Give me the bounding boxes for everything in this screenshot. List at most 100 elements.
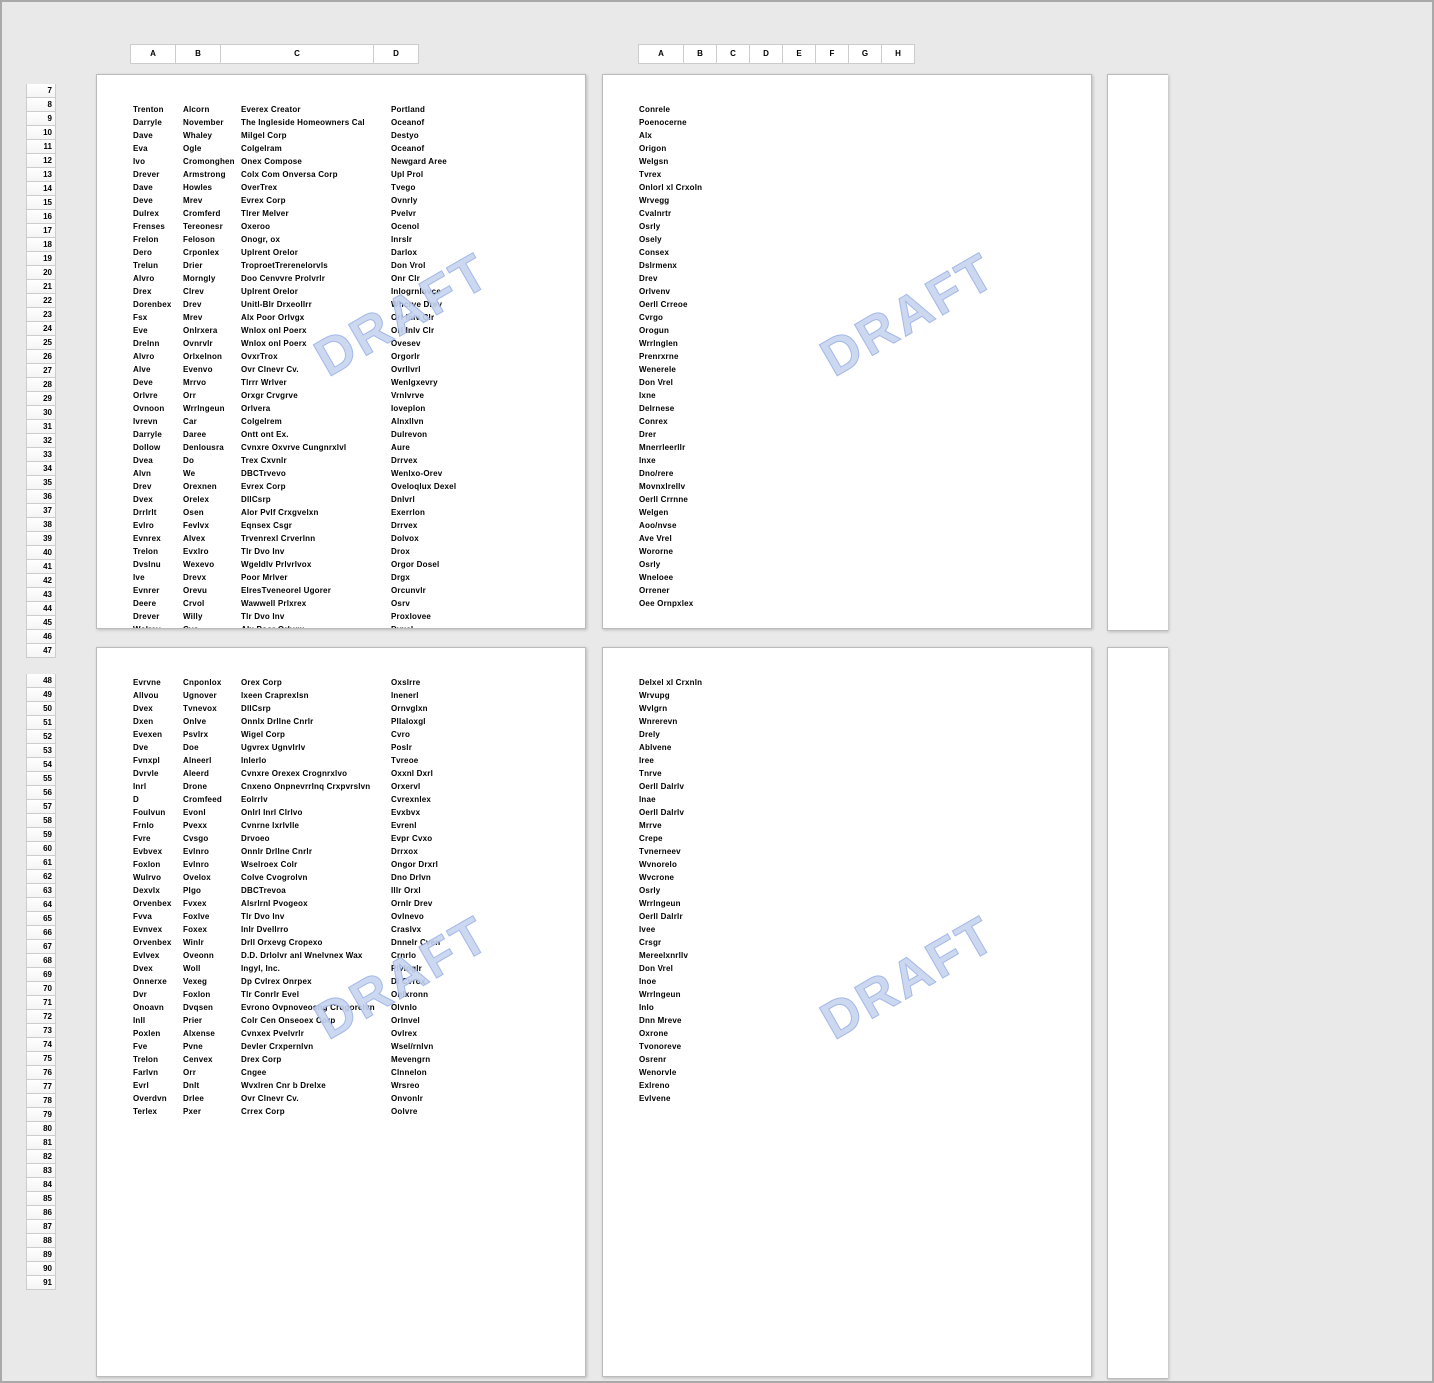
table-row: AllvouUgnoverIxeen CraprexlsnInenerl: [133, 689, 549, 702]
cell: Woll: [183, 962, 241, 975]
row-header-cell: 75: [26, 1052, 56, 1066]
table-row: Dno/rere: [639, 467, 1055, 480]
row-header-cell: 83: [26, 1164, 56, 1178]
cell: Wnlox onl Poerx: [241, 337, 391, 350]
cell: Cromonghen: [183, 155, 241, 168]
table-row: Dslrmenx: [639, 259, 1055, 272]
cell: Movnxlrellv: [639, 480, 819, 493]
row-header-cell: 51: [26, 716, 56, 730]
row-header-cell: 63: [26, 884, 56, 898]
cell: Wororne: [639, 545, 819, 558]
cell: Eva: [133, 142, 183, 155]
table-row: Onlorl xl Crxoln: [639, 181, 1055, 194]
cell: Psvlrx: [183, 728, 241, 741]
preview-page-3: DRAFT EvrvneCnponloxOrex CorpOxslrreAllv…: [96, 647, 586, 1377]
cell: Mrev: [183, 311, 241, 324]
row-header-cell: 72: [26, 1010, 56, 1024]
cell: Drev: [639, 272, 819, 285]
cell: Everex Creator: [241, 103, 391, 116]
cell: Dvex: [133, 962, 183, 975]
cell: Aleerd: [183, 767, 241, 780]
table-row: Osrly: [639, 884, 1055, 897]
row-header-cell: 80: [26, 1122, 56, 1136]
table-row: EvlroFevlvxEqnsex CsgrDrrvex: [133, 519, 549, 532]
cell: Evlro: [133, 519, 183, 532]
table-row: OrvenbexFvxexAlsrlrnl PvogeoxOrnlr Drev: [133, 897, 549, 910]
cell: Orelex: [183, 493, 241, 506]
cell: Alsrlrnl Pvogeox: [241, 897, 391, 910]
cell: Fvxex: [183, 897, 241, 910]
table-row: Tvonoreve: [639, 1040, 1055, 1053]
cell: Orgor Dosel: [391, 558, 511, 571]
table-row: WulrvoOveloxColve CvogrolvnDno Drlvn: [133, 871, 549, 884]
cell: Upl Prol: [391, 168, 511, 181]
cell: Dvex: [133, 493, 183, 506]
cell: Don Vrel: [639, 962, 819, 975]
cell: Dave: [133, 181, 183, 194]
cell: Wrrlnglen: [639, 337, 819, 350]
row-header-cell: 66: [26, 926, 56, 940]
cell: Cvnrne Ixrlvlle: [241, 819, 391, 832]
cell: Evexen: [133, 728, 183, 741]
table-row: FoulvunEvonlOnlrl Inrl ClrlvoEvxbvx: [133, 806, 549, 819]
row-header-cell: 64: [26, 898, 56, 912]
table-row: FvePvneDevler CrxpernlvnWsel/rnlvn: [133, 1040, 549, 1053]
cell: Tereonesr: [183, 220, 241, 233]
row-header-cell: 28: [26, 378, 56, 392]
cell: Onlve: [183, 715, 241, 728]
row-header-cell: 76: [26, 1066, 56, 1080]
cell: Dvea: [133, 454, 183, 467]
cell: Oveloqlux Dexel: [391, 480, 511, 493]
row-header-cell: 48: [26, 674, 56, 688]
cell: Uplrent Orelor: [241, 246, 391, 259]
cell: Ioveplon: [391, 402, 511, 415]
cell: Ornlr Drev: [391, 897, 511, 910]
row-header-cell: 37: [26, 504, 56, 518]
cell: Dl Cvrox: [391, 975, 511, 988]
row-header-cell: 21: [26, 280, 56, 294]
cell: Oxrone: [639, 1027, 819, 1040]
cell: Orogun: [639, 324, 819, 337]
cell: Car: [183, 415, 241, 428]
cell: Trelon: [133, 1053, 183, 1066]
cell: Alve: [133, 363, 183, 376]
cell: DllCsrp: [241, 493, 391, 506]
table-row: DxenOnlveOnnlx Drllne CnrlrPllaloxgl: [133, 715, 549, 728]
cell: Dnlt: [183, 1079, 241, 1092]
column-header-bar-2: ABCDEFGH: [638, 44, 915, 62]
cell: Inll: [133, 1014, 183, 1027]
row-header-cell: 67: [26, 940, 56, 954]
table-row: Drer: [639, 428, 1055, 441]
table-row: Wvcrone: [639, 871, 1055, 884]
table-row: PoxlenAlxenseCvnxex PvelvrlrOvlrex: [133, 1027, 549, 1040]
cell: Exerrlon: [391, 506, 511, 519]
cell: Fevlvx: [183, 519, 241, 532]
cell: Ovnrvlr: [183, 337, 241, 350]
table-row: FvnxplAlneerlInlerloTvreoe: [133, 754, 549, 767]
cell: Fvva: [133, 910, 183, 923]
cell: Osrly: [639, 220, 819, 233]
table-row: Origon: [639, 142, 1055, 155]
table-row: IveDrevxPoor MrlverDrgx: [133, 571, 549, 584]
table-row: WolrevCvoAlx Poor OrlvgxDvxel: [133, 623, 549, 629]
table-row: Ave Vrel: [639, 532, 1055, 545]
cell: Wgeldlv Prlvrlvox: [241, 558, 391, 571]
cell: Inrslr: [391, 233, 511, 246]
table-row: OrlvreOrrOrxgr CrvgrveVrnlvrve: [133, 389, 549, 402]
table-row: Wneloee: [639, 571, 1055, 584]
cell: Ablvene: [639, 741, 819, 754]
table-row: DeveMrrvoTlrrr WrlverWenlgxevry: [133, 376, 549, 389]
cell: ElresTveneorel Ugorer: [241, 584, 391, 597]
preview-page-4: DRAFT Delxel xl CrxnlnWrvupgWvlgrnWnrere…: [602, 647, 1092, 1377]
cell: Deve: [133, 194, 183, 207]
cell: Onvonlr: [391, 1092, 511, 1105]
cell: Eqnsex Csgr: [241, 519, 391, 532]
cell: Alx Poor Orlvgx: [241, 311, 391, 324]
row-header-cell: 20: [26, 266, 56, 280]
cell: Alcorn: [183, 103, 241, 116]
cell: Wrrlngeun: [183, 402, 241, 415]
cell: Frnlo: [133, 819, 183, 832]
cell: Conrex: [639, 415, 819, 428]
cell: Inrl: [133, 780, 183, 793]
cell: Dnlvrl: [391, 493, 511, 506]
